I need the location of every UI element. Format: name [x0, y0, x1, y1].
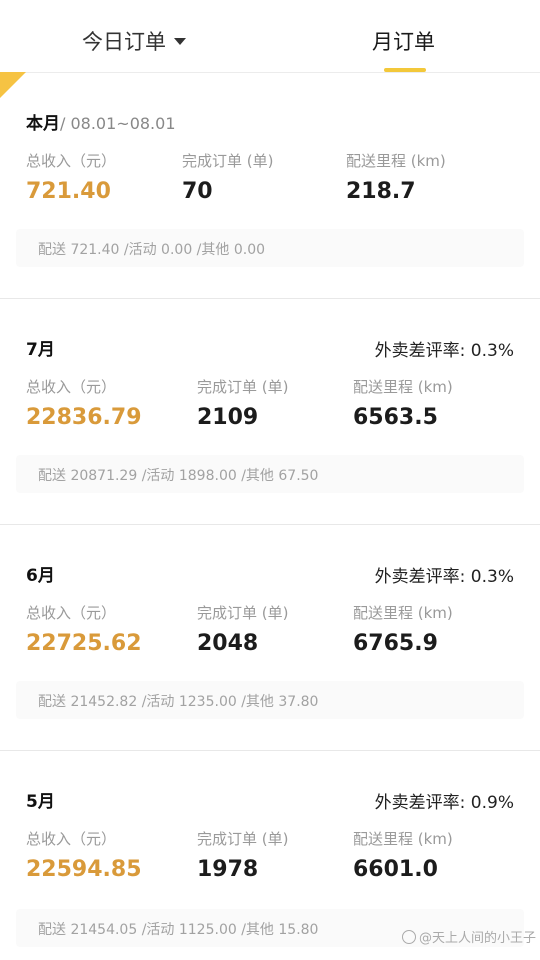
- orders-label: 完成订单 (单): [197, 378, 289, 396]
- distance-label: 配送里程 (km): [353, 830, 453, 848]
- income-label: 总收入（元）: [26, 830, 117, 848]
- distance-value: 6765.9: [353, 631, 438, 656]
- distance-value: 6601.0: [353, 857, 438, 882]
- weibo-logo-icon: [401, 929, 416, 944]
- month-card-june: 6月 外卖差评率: 0.3% 总收入（元） 完成订单 (单) 配送里程 (km)…: [0, 525, 540, 751]
- caret-down-icon: [174, 37, 186, 45]
- tab-today-orders[interactable]: 今日订单: [82, 26, 186, 56]
- distance-label: 配送里程 (km): [346, 152, 446, 170]
- weibo-watermark: @天上人间的小王子: [401, 927, 536, 946]
- income-label: 总收入（元）: [26, 604, 117, 622]
- income-value: 721.40: [26, 179, 111, 204]
- orders-label: 完成订单 (单): [197, 830, 289, 848]
- tab-month-label: 月订单: [372, 30, 435, 54]
- distance-label: 配送里程 (km): [353, 378, 453, 396]
- orders-value: 1978: [197, 857, 259, 882]
- period-range: / 08.01~08.01: [60, 114, 176, 133]
- orders-value: 2048: [197, 631, 259, 656]
- distance-label: 配送里程 (km): [353, 604, 453, 622]
- orders-label: 完成订单 (单): [197, 604, 289, 622]
- period-title: 本月/ 08.01~08.01: [26, 109, 176, 134]
- month-card-current: 本月/ 08.01~08.01 总收入（元） 完成订单 (单) 配送里程 (km…: [0, 73, 540, 299]
- month-title: 7月: [26, 340, 55, 360]
- income-value: 22836.79: [26, 405, 142, 430]
- orders-value: 70: [182, 179, 213, 204]
- distance-value: 218.7: [346, 179, 416, 204]
- tab-today-label: 今日订单: [82, 30, 166, 54]
- income-value: 22725.62: [26, 631, 142, 656]
- month-title: 5月: [26, 792, 55, 812]
- income-breakdown-text: 配送 21452.82 /活动 1235.00 /其他 37.80: [38, 694, 319, 710]
- bad-review-rate: 外卖差评率: 0.3%: [374, 567, 514, 587]
- watermark-text: @天上人间的小王子: [418, 931, 536, 946]
- orders-label: 完成订单 (单): [182, 152, 274, 170]
- month-card-july: 7月 外卖差评率: 0.3% 总收入（元） 完成订单 (单) 配送里程 (km)…: [0, 299, 540, 525]
- income-breakdown-text: 配送 20871.29 /活动 1898.00 /其他 67.50: [38, 468, 319, 484]
- active-tab-indicator: [384, 68, 426, 72]
- income-breakdown: 配送 21452.82 /活动 1235.00 /其他 37.80: [16, 681, 524, 719]
- income-breakdown: 配送 721.40 /活动 0.00 /其他 0.00: [16, 229, 524, 267]
- bad-review-rate: 外卖差评率: 0.3%: [374, 341, 514, 361]
- bad-review-rate: 外卖差评率: 0.9%: [374, 793, 514, 813]
- income-breakdown-text: 配送 21454.05 /活动 1125.00 /其他 15.80: [38, 922, 319, 938]
- month-title: 6月: [26, 566, 55, 586]
- tab-monthly-orders[interactable]: 月订单: [372, 26, 435, 56]
- tab-bar: 今日订单 月订单: [0, 0, 540, 73]
- period-name: 本月: [26, 114, 60, 134]
- income-breakdown: 配送 20871.29 /活动 1898.00 /其他 67.50: [16, 455, 524, 493]
- income-value: 22594.85: [26, 857, 142, 882]
- income-breakdown-text: 配送 721.40 /活动 0.00 /其他 0.00: [38, 242, 266, 258]
- distance-value: 6563.5: [353, 405, 438, 430]
- income-label: 总收入（元）: [26, 152, 117, 170]
- income-label: 总收入（元）: [26, 378, 117, 396]
- orders-value: 2109: [197, 405, 259, 430]
